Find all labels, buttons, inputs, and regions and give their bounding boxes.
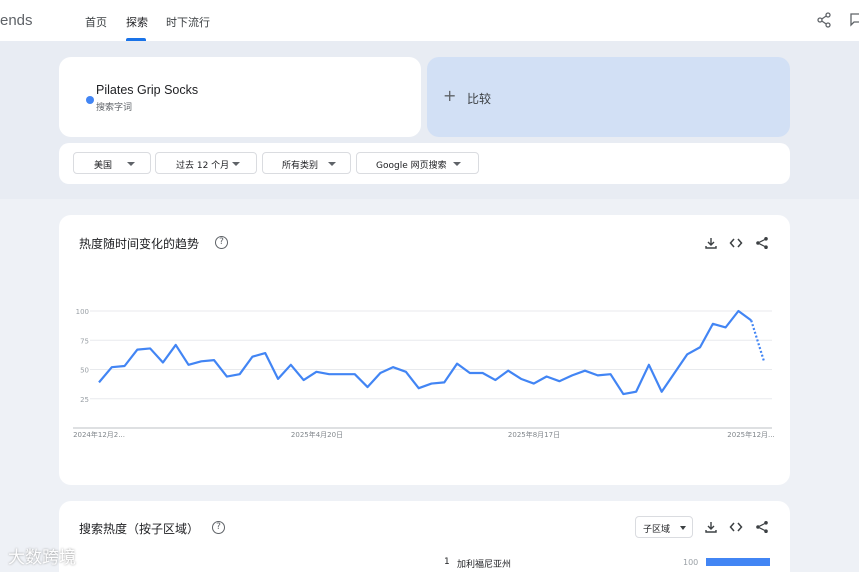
region-bar-track <box>706 558 770 566</box>
y-tick-label: 75 <box>80 337 89 345</box>
y-tick-label: 100 <box>76 308 89 316</box>
region-rank: 1 <box>444 557 450 567</box>
help-icon[interactable]: ? <box>212 521 225 534</box>
series-line <box>98 309 752 396</box>
series-line-partial <box>750 320 766 362</box>
embed-code-icon[interactable] <box>729 520 743 534</box>
share-icon[interactable] <box>755 520 769 534</box>
x-tick-label: 2025年8月17日 <box>508 430 560 439</box>
region-bar <box>706 558 770 566</box>
trend-line-chart: 100 75 50 25 2024年12月2... 2025年4月20日 2025年8月17… <box>73 308 775 439</box>
watermark: 大数跨境 <box>8 548 76 568</box>
x-tick-label: 2025年12月... <box>727 430 774 439</box>
resolution-dropdown[interactable]: 子区域 <box>635 516 693 538</box>
region-name[interactable]: 加利福尼亚州 <box>457 557 511 570</box>
x-tick-label: 2024年12月2... <box>73 430 125 439</box>
interest-by-subregion-card: 搜索热度（按子区域） ? 子区域 1 加利福尼亚州 100 <box>59 501 790 572</box>
download-icon[interactable] <box>704 520 718 534</box>
region-value: 100 <box>683 558 699 567</box>
y-tick-label: 25 <box>80 396 89 404</box>
card-title: 搜索热度（按子区域） <box>79 522 200 536</box>
y-tick-label: 50 <box>80 367 89 375</box>
x-tick-label: 2025年4月20日 <box>291 430 343 439</box>
chevron-down-icon <box>680 526 686 530</box>
resolution-dropdown-label: 子区域 <box>643 525 671 535</box>
